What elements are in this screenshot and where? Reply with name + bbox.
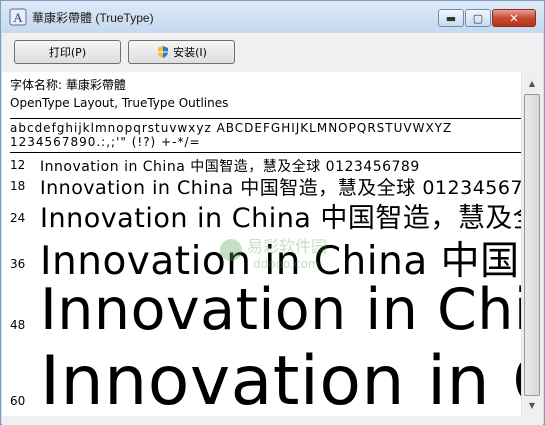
- sample-size-label: 12: [10, 158, 26, 172]
- divider: [10, 118, 521, 119]
- sample-size-label: 18: [10, 179, 26, 193]
- font-name-label: 字体名称: 華康彩帶體: [10, 78, 126, 92]
- close-button[interactable]: ✕: [492, 9, 536, 27]
- toolbar: 打印(P) 安装(I): [2, 33, 543, 73]
- print-button-label: 打印(P): [48, 46, 87, 59]
- sample-text-48: Innovation in China: [40, 277, 521, 343]
- sample-text-60: Innovation in China: [40, 342, 521, 416]
- divider: [10, 152, 521, 153]
- maximize-button[interactable]: ▢: [465, 9, 491, 27]
- install-button[interactable]: 安装(I): [128, 40, 235, 64]
- charset-symbols: 1234567890.:,;'" (!?) +-*/=: [10, 135, 201, 149]
- scroll-up-arrow-icon[interactable]: ▲: [524, 75, 540, 91]
- window-title: 華康彩帶體 (TrueType): [32, 11, 154, 25]
- sample-size-label: 60: [10, 394, 26, 408]
- sample-size-label: 48: [10, 318, 26, 332]
- window-bottom-frame: [2, 416, 543, 425]
- minimize-button[interactable]: ▬: [438, 9, 464, 27]
- font-app-icon: A: [9, 8, 27, 26]
- charset-letters: abcdefghijklmnopqrstuvwxyz ABCDEFGHIJKLM…: [10, 121, 453, 135]
- install-button-label: 安装(I): [173, 46, 207, 59]
- title-bar[interactable]: A 華康彩帶體 (TrueType) ▬ ▢ ✕: [1, 1, 544, 33]
- scrollbar-thumb[interactable]: [524, 94, 540, 396]
- print-button[interactable]: 打印(P): [14, 40, 121, 64]
- shield-icon: [158, 46, 169, 58]
- scroll-down-arrow-icon[interactable]: ▼: [524, 397, 540, 413]
- svg-text:A: A: [13, 10, 23, 25]
- font-type-label: OpenType Layout, TrueType Outlines: [10, 96, 229, 110]
- sample-size-label: 24: [10, 211, 26, 225]
- vertical-scrollbar[interactable]: ▲ ▼: [521, 72, 543, 416]
- sample-size-label: 36: [10, 257, 26, 271]
- font-preview-area[interactable]: 字体名称: 華康彩帶體 OpenType Layout, TrueType Ou…: [2, 72, 521, 416]
- font-viewer-window: A 華康彩帶體 (TrueType) ▬ ▢ ✕ 打印(P) 安装(I) 字体名…: [0, 0, 545, 425]
